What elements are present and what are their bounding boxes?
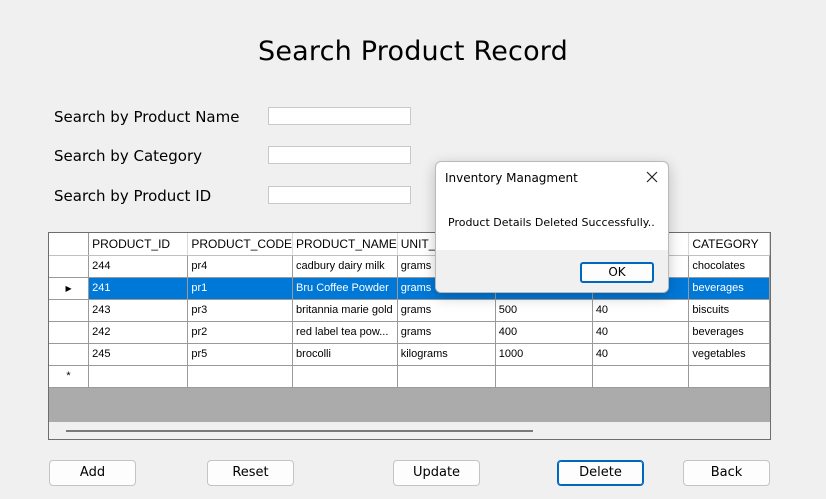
cell[interactable]: britannia marie gold	[292, 299, 398, 322]
cell[interactable]: 500	[495, 299, 593, 322]
search-category-label: Search by Category	[54, 147, 202, 165]
cell[interactable]: grams	[397, 299, 496, 322]
column-header[interactable]: PRODUCT_ID	[88, 233, 189, 256]
row-header-new[interactable]: *	[49, 365, 90, 388]
cell[interactable]	[292, 365, 398, 388]
cell[interactable]: cadbury dairy milk	[292, 255, 398, 278]
cell[interactable]: pr4	[187, 255, 294, 278]
cell[interactable]: vegetables	[688, 343, 770, 366]
update-button[interactable]: Update	[393, 460, 480, 486]
page-title: Search Product Record	[258, 36, 568, 67]
cell[interactable]	[495, 365, 593, 388]
back-button[interactable]: Back	[683, 460, 770, 486]
dialog-message: Product Details Deleted Successfully..	[448, 216, 655, 229]
table-row[interactable]: 245 pr5 brocolli kilograms 1000 40 veget…	[49, 343, 770, 366]
grid-corner[interactable]	[49, 233, 90, 256]
cell[interactable]: 243	[88, 299, 189, 322]
cell[interactable]: 244	[88, 255, 189, 278]
new-row[interactable]: *	[49, 365, 770, 388]
ok-button[interactable]: OK	[580, 262, 654, 283]
message-dialog: Inventory Managment Product Details Dele…	[435, 161, 669, 293]
search-name-input[interactable]	[268, 107, 411, 125]
cell[interactable]	[88, 365, 189, 388]
cell[interactable]: biscuits	[688, 299, 770, 322]
cell[interactable]	[592, 365, 690, 388]
cell[interactable]: 40	[592, 321, 690, 344]
cell[interactable]: chocolates	[688, 255, 770, 278]
column-header[interactable]: CATEGORY	[688, 233, 770, 256]
column-header[interactable]: PRODUCT_NAME	[292, 233, 398, 256]
cell[interactable]: pr1	[187, 277, 294, 300]
scrollbar-thumb[interactable]	[66, 430, 533, 432]
cell[interactable]: beverages	[688, 321, 770, 344]
cell[interactable]: brocolli	[292, 343, 398, 366]
cell[interactable]: Bru Coffee Powder	[292, 277, 398, 300]
cell[interactable]: 242	[88, 321, 189, 344]
cell[interactable]: pr5	[187, 343, 294, 366]
horizontal-scrollbar[interactable]	[49, 422, 770, 439]
reset-button[interactable]: Reset	[207, 460, 294, 486]
cell[interactable]: beverages	[688, 277, 770, 300]
cell[interactable]: 1000	[495, 343, 593, 366]
close-icon[interactable]	[644, 169, 660, 185]
search-name-label: Search by Product Name	[54, 108, 240, 126]
cell[interactable]: red label tea pow...	[292, 321, 398, 344]
row-header[interactable]	[49, 299, 90, 322]
row-header[interactable]	[49, 255, 90, 278]
cell[interactable]: 400	[495, 321, 593, 344]
cell[interactable]	[397, 365, 496, 388]
search-id-label: Search by Product ID	[54, 187, 212, 205]
dialog-title: Inventory Managment	[445, 171, 578, 185]
column-header[interactable]: PRODUCT_CODE	[187, 233, 294, 256]
cell[interactable]: kilograms	[397, 343, 496, 366]
table-row[interactable]: 242 pr2 red label tea pow... grams 400 4…	[49, 321, 770, 344]
table-row[interactable]: 243 pr3 britannia marie gold grams 500 4…	[49, 299, 770, 322]
cell[interactable]: pr3	[187, 299, 294, 322]
new-row-icon: *	[66, 370, 71, 382]
row-header-current[interactable]: ▶	[49, 277, 90, 300]
add-button[interactable]: Add	[49, 460, 136, 486]
current-row-icon: ▶	[65, 284, 72, 293]
search-category-input[interactable]	[268, 146, 411, 164]
cell[interactable]: 40	[592, 299, 690, 322]
row-header[interactable]	[49, 343, 90, 366]
cell[interactable]: 241	[88, 277, 189, 300]
cell[interactable]: pr2	[187, 321, 294, 344]
cell[interactable]: 245	[88, 343, 189, 366]
row-header[interactable]	[49, 321, 90, 344]
cell[interactable]	[688, 365, 770, 388]
cell[interactable]	[187, 365, 294, 388]
cell[interactable]: 40	[592, 343, 690, 366]
delete-button[interactable]: Delete	[557, 460, 644, 486]
cell[interactable]: grams	[397, 321, 496, 344]
search-id-input[interactable]	[268, 186, 411, 204]
